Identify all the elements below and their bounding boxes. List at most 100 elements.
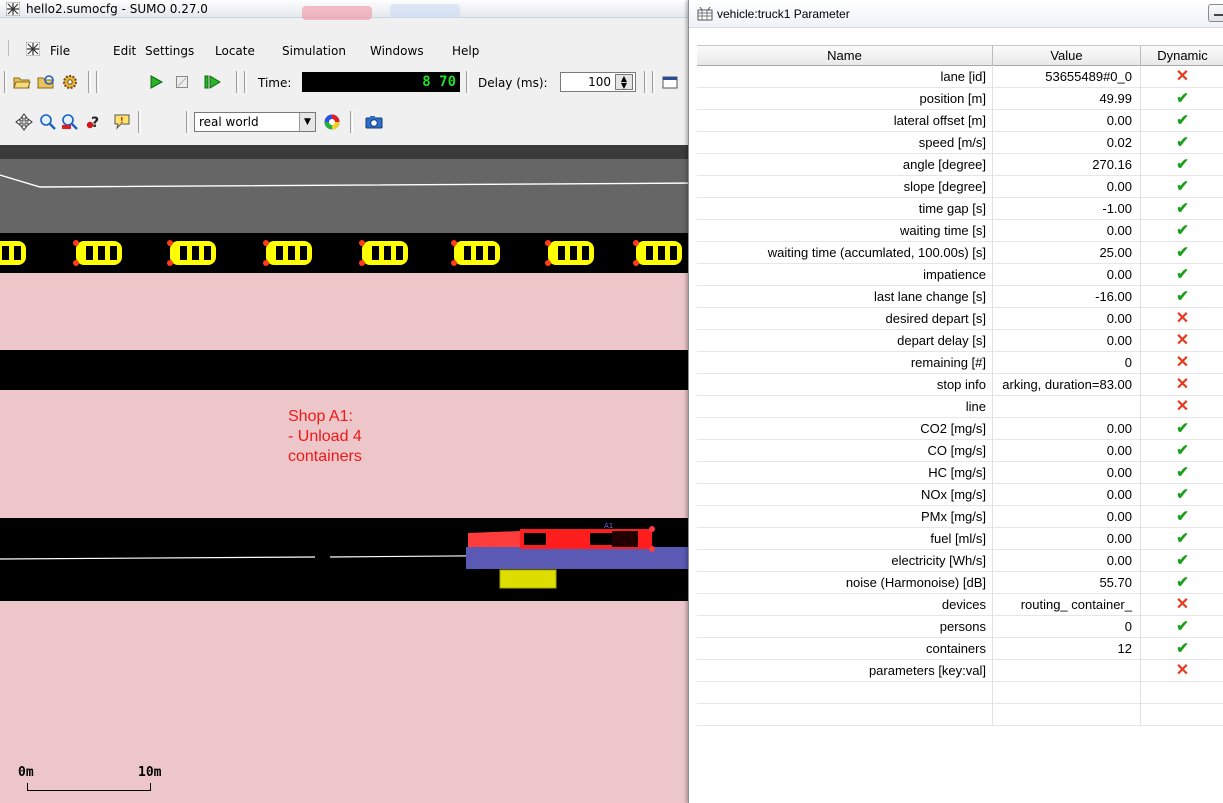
poi-annotation: Shop A1: - Unload 4 containers [288,407,362,467]
table-row[interactable]: speed [m/s] 0.02 ✔ [697,132,1223,154]
param-value: 0.02 [993,132,1141,154]
menu-edit[interactable]: Edit [113,44,136,58]
check-icon: ✔ [1176,244,1189,261]
column-name[interactable]: Name [697,46,993,66]
param-name: devices [697,594,993,616]
table-row[interactable]: waiting time (accumlated, 100.00s) [s] 25… [697,242,1223,264]
empty-cell [993,704,1141,726]
column-dynamic[interactable]: Dynamic [1141,46,1223,66]
parked-car[interactable] [73,240,122,266]
table-header: Name Value Dynamic [697,45,1223,66]
parked-car[interactable] [451,240,500,266]
table-row[interactable]: devices routing_ container_ ✕ [697,594,1223,616]
scale-end-label: 10m [138,765,162,780]
table-row[interactable]: containers 12 ✔ [697,638,1223,660]
table-row[interactable]: desired depart [s] 0.00 ✕ [697,308,1223,330]
empty-cell [697,704,993,726]
table-row[interactable]: time gap [s] -1.00 ✔ [697,198,1223,220]
table-row[interactable]: line ✕ [697,396,1223,418]
recenter-icon[interactable] [14,112,34,132]
table-row[interactable]: persons 0 ✔ [697,616,1223,638]
param-value: 53655489#0_0 [993,66,1141,88]
menu-file[interactable]: File [50,44,70,58]
param-name: time gap [s] [697,198,993,220]
speech-icon[interactable]: ! [112,112,132,132]
camera-icon[interactable] [364,112,384,132]
check-icon: ✔ [1176,134,1189,151]
cross-icon: ✕ [1175,596,1190,613]
param-name: containers [697,638,993,660]
column-value[interactable]: Value [993,46,1141,66]
parked-car[interactable] [0,240,26,266]
stop-icon[interactable] [172,72,192,92]
play-icon[interactable] [146,72,166,92]
dialog-title: vehicle:truck1 Parameter [717,7,850,21]
menu-windows[interactable]: Windows [370,44,424,58]
param-value: 0.00 [993,110,1141,132]
table-row[interactable]: PMx [mg/s] 0.00 ✔ [697,506,1223,528]
color-scheme-select[interactable]: real world ▼ [194,112,316,132]
table-row[interactable]: electricity [Wh/s] 0.00 ✔ [697,550,1223,572]
minimize-icon[interactable] [1208,4,1223,22]
new-view-icon[interactable] [660,72,680,92]
param-value: 0.00 [993,462,1141,484]
parked-car[interactable] [263,240,312,266]
toolbar-separator [466,71,469,93]
table-row[interactable]: noise (Harmonoise) [dB] 55.70 ✔ [697,572,1223,594]
param-value: 0.00 [993,308,1141,330]
table-row[interactable]: depart delay [s] 0.00 ✕ [697,330,1223,352]
spin-arrows-icon[interactable]: ▲ ▼ [615,74,633,90]
parked-car[interactable] [545,240,594,266]
table-row[interactable]: fuel [ml/s] 0.00 ✔ [697,528,1223,550]
table-row[interactable]: NOx [mg/s] 0.00 ✔ [697,484,1223,506]
table-row[interactable]: CO [mg/s] 0.00 ✔ [697,440,1223,462]
blurred-background [302,6,372,20]
zoom-icon[interactable] [38,112,58,132]
annotation-line: Shop A1: [288,408,353,425]
dialog-title-bar: vehicle:truck1 Parameter [689,0,1223,28]
table-row[interactable]: parameters [key:val] ✕ [697,660,1223,682]
table-row[interactable]: HC [mg/s] 0.00 ✔ [697,462,1223,484]
simulation-canvas[interactable]: A1 Shop A1: - Unload 4 containers 0m 10m [0,145,700,803]
menu-help[interactable]: Help [452,44,479,58]
chevron-down-icon[interactable]: ▼ [299,113,315,131]
table-row[interactable]: lane [id] 53655489#0_0 ✕ [697,66,1223,88]
table-row[interactable]: angle [degree] 270.16 ✔ [697,154,1223,176]
table-row[interactable]: remaining [#] 0 ✕ [697,352,1223,374]
table-row[interactable]: slope [degree] 0.00 ✔ [697,176,1223,198]
gear-icon[interactable] [60,72,80,92]
check-icon: ✔ [1176,508,1189,525]
toolbar-separator [350,111,353,133]
table-row[interactable]: CO2 [mg/s] 0.00 ✔ [697,418,1223,440]
table-row[interactable]: lateral offset [m] 0.00 ✔ [697,110,1223,132]
menu-locate[interactable]: Locate [215,44,255,58]
locate-vehicle-icon[interactable] [60,112,80,132]
parked-car[interactable] [167,240,216,266]
step-icon[interactable] [203,72,223,92]
table-row[interactable]: stop info arking, duration=83.00 ✕ [697,374,1223,396]
toolbar-separator [236,71,239,93]
toolbar-separator [186,111,189,133]
table-row[interactable]: waiting time [s] 0.00 ✔ [697,220,1223,242]
open-file-icon[interactable] [12,72,32,92]
param-value: 25.00 [993,242,1141,264]
param-name: desired depart [s] [697,308,993,330]
check-icon: ✔ [1176,90,1189,107]
time-display: 8 70 [302,72,460,92]
delay-spinbox[interactable]: 100 ▲ ▼ [560,72,636,92]
edit-icon[interactable]: ? [84,112,104,132]
table-icon [697,7,713,21]
empty-cell [993,682,1141,704]
reload-icon[interactable] [36,72,56,92]
sumo-app-icon[interactable] [26,42,40,56]
param-value: 0.00 [993,176,1141,198]
color-wheel-icon[interactable] [322,112,342,132]
menu-settings[interactable]: Settings [145,44,194,58]
parked-car[interactable] [359,240,408,266]
menu-simulation[interactable]: Simulation [282,44,346,58]
table-row[interactable]: last lane change [s] -16.00 ✔ [697,286,1223,308]
param-name: position [m] [697,88,993,110]
parked-car[interactable] [633,240,682,266]
table-row[interactable]: position [m] 49.99 ✔ [697,88,1223,110]
table-row[interactable]: impatience 0.00 ✔ [697,264,1223,286]
